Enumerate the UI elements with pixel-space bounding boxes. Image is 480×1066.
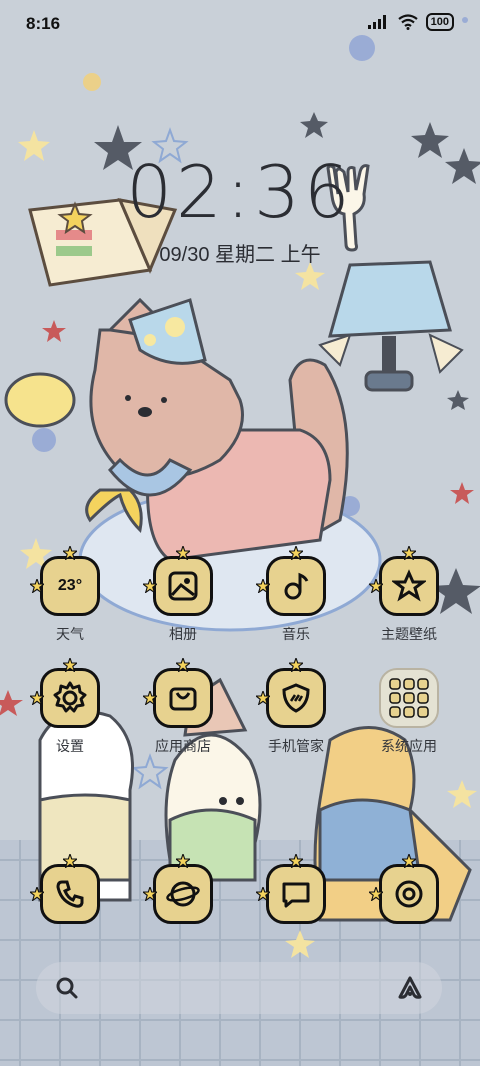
gallery-icon bbox=[143, 546, 213, 616]
app-label: 音乐 bbox=[282, 626, 310, 642]
themes-icon bbox=[369, 546, 439, 616]
status-time: 8:16 bbox=[26, 14, 61, 33]
folder-system-apps[interactable]: 系统应用 bbox=[359, 668, 459, 756]
app-store-icon bbox=[143, 658, 213, 728]
weather-temp: 23° bbox=[57, 577, 83, 594]
app-weather[interactable]: 23° 天气 bbox=[20, 546, 120, 644]
app-label: 应用商店 bbox=[155, 738, 211, 754]
app-browser[interactable] bbox=[133, 854, 233, 924]
status-bar: 8:16 100 bbox=[0, 0, 480, 50]
app-messages[interactable] bbox=[246, 854, 346, 924]
browser-icon bbox=[143, 854, 213, 924]
assistant-icon[interactable] bbox=[396, 974, 424, 1002]
music-icon bbox=[256, 546, 326, 616]
search-bar[interactable] bbox=[36, 962, 442, 1014]
gear-icon bbox=[30, 658, 100, 728]
messages-icon bbox=[256, 854, 326, 924]
clock-widget-date: 09/30 星期二 上午 bbox=[159, 244, 321, 266]
clock-widget-time[interactable]: 02:36 bbox=[0, 150, 480, 234]
security-icon bbox=[256, 658, 326, 728]
weather-icon: 23° bbox=[30, 546, 100, 616]
app-label: 主题壁纸 bbox=[381, 626, 437, 642]
app-label: 设置 bbox=[56, 738, 84, 754]
app-security[interactable]: 手机管家 bbox=[246, 658, 346, 756]
app-store[interactable]: 应用商店 bbox=[133, 658, 233, 756]
search-icon[interactable] bbox=[54, 975, 80, 1001]
app-label: 天气 bbox=[56, 626, 84, 642]
status-icons: 100 bbox=[367, 13, 454, 31]
app-gallery[interactable]: 相册 bbox=[133, 546, 233, 644]
app-settings[interactable]: 设置 bbox=[20, 658, 120, 756]
battery-icon: 100 bbox=[425, 13, 454, 31]
phone-icon bbox=[30, 854, 100, 924]
app-camera[interactable] bbox=[359, 854, 459, 924]
lemon-illustration bbox=[4, 372, 76, 428]
app-music[interactable]: 音乐 bbox=[246, 546, 346, 644]
camera-icon bbox=[369, 854, 439, 924]
app-label: 手机管家 bbox=[268, 738, 324, 754]
app-label: 系统应用 bbox=[381, 738, 437, 754]
wifi-icon bbox=[397, 14, 418, 30]
app-themes[interactable]: 主题壁纸 bbox=[359, 546, 459, 644]
folder-icon bbox=[379, 668, 439, 728]
signal-icon bbox=[367, 15, 386, 29]
app-phone[interactable] bbox=[20, 854, 120, 924]
app-label: 相册 bbox=[169, 626, 197, 642]
